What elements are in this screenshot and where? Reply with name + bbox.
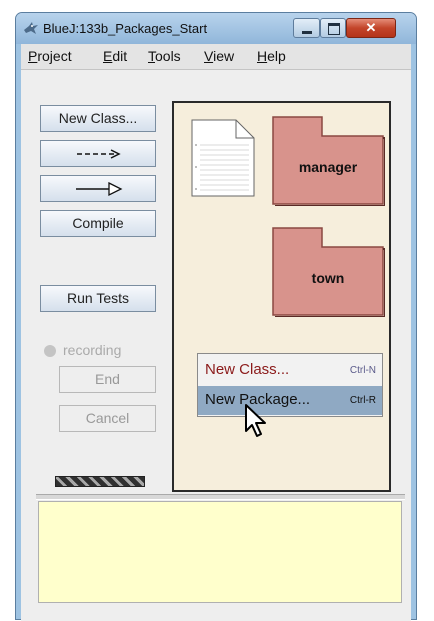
maximize-icon [328,23,340,35]
minimize-button[interactable] [293,18,320,38]
window-client: Project Edit Tools View Help New Class..… [21,44,411,621]
compile-button[interactable]: Compile [40,210,156,237]
context-menu-item-new-class[interactable]: New Class... Ctrl-N [198,356,382,385]
package-manager-label: manager [299,159,358,175]
context-menu-item-new-package[interactable]: New Package... Ctrl-R [198,386,382,415]
cancel-button[interactable]: Cancel [59,405,156,432]
close-button[interactable]: ✕ [346,18,396,38]
inherits-arrow-button[interactable] [40,175,156,202]
class-diagram-panel[interactable]: manager town [172,101,391,492]
mouse-pointer-icon [245,404,266,437]
package-manager[interactable]: manager [270,116,385,206]
recording-label: recording [63,342,122,358]
split-pane-divider[interactable] [36,494,405,500]
package-town[interactable]: town [270,227,385,317]
progress-indicator [55,476,145,487]
minimize-icon [302,31,312,34]
bluej-window: BlueJ:133b_Packages_Start ✕ Project Edit… [15,12,417,621]
context-menu-item-shortcut: Ctrl-N [349,365,376,376]
dashed-arrow-icon [77,149,121,159]
menu-project[interactable]: Project [28,48,72,64]
context-menu-item-label: New Class... [205,361,290,378]
run-tests-button[interactable]: Run Tests [40,285,156,312]
menu-view[interactable]: View [204,48,234,64]
end-button[interactable]: End [59,366,156,393]
uses-arrow-button[interactable] [40,140,156,167]
menu-help[interactable]: Help [257,48,286,64]
maximize-button[interactable] [320,18,346,38]
inheritance-arrow-icon [76,181,123,197]
bluej-bird-icon [24,22,38,34]
message-area [38,501,402,603]
menu-bar: Project Edit Tools View Help [21,44,411,70]
menu-edit[interactable]: Edit [103,48,127,64]
title-bar[interactable]: BlueJ:133b_Packages_Start ✕ [16,13,416,44]
recording-indicator-icon [44,345,56,357]
package-town-label: town [312,270,345,286]
close-icon: ✕ [365,20,377,35]
new-class-button[interactable]: New Class... [40,105,156,132]
readme-document-icon[interactable] [191,119,255,197]
menu-tools[interactable]: Tools [148,48,181,64]
window-title: BlueJ:133b_Packages_Start [43,21,208,36]
context-menu: New Class... Ctrl-N New Package... Ctrl-… [197,353,383,417]
context-menu-item-shortcut: Ctrl-R [349,395,376,406]
